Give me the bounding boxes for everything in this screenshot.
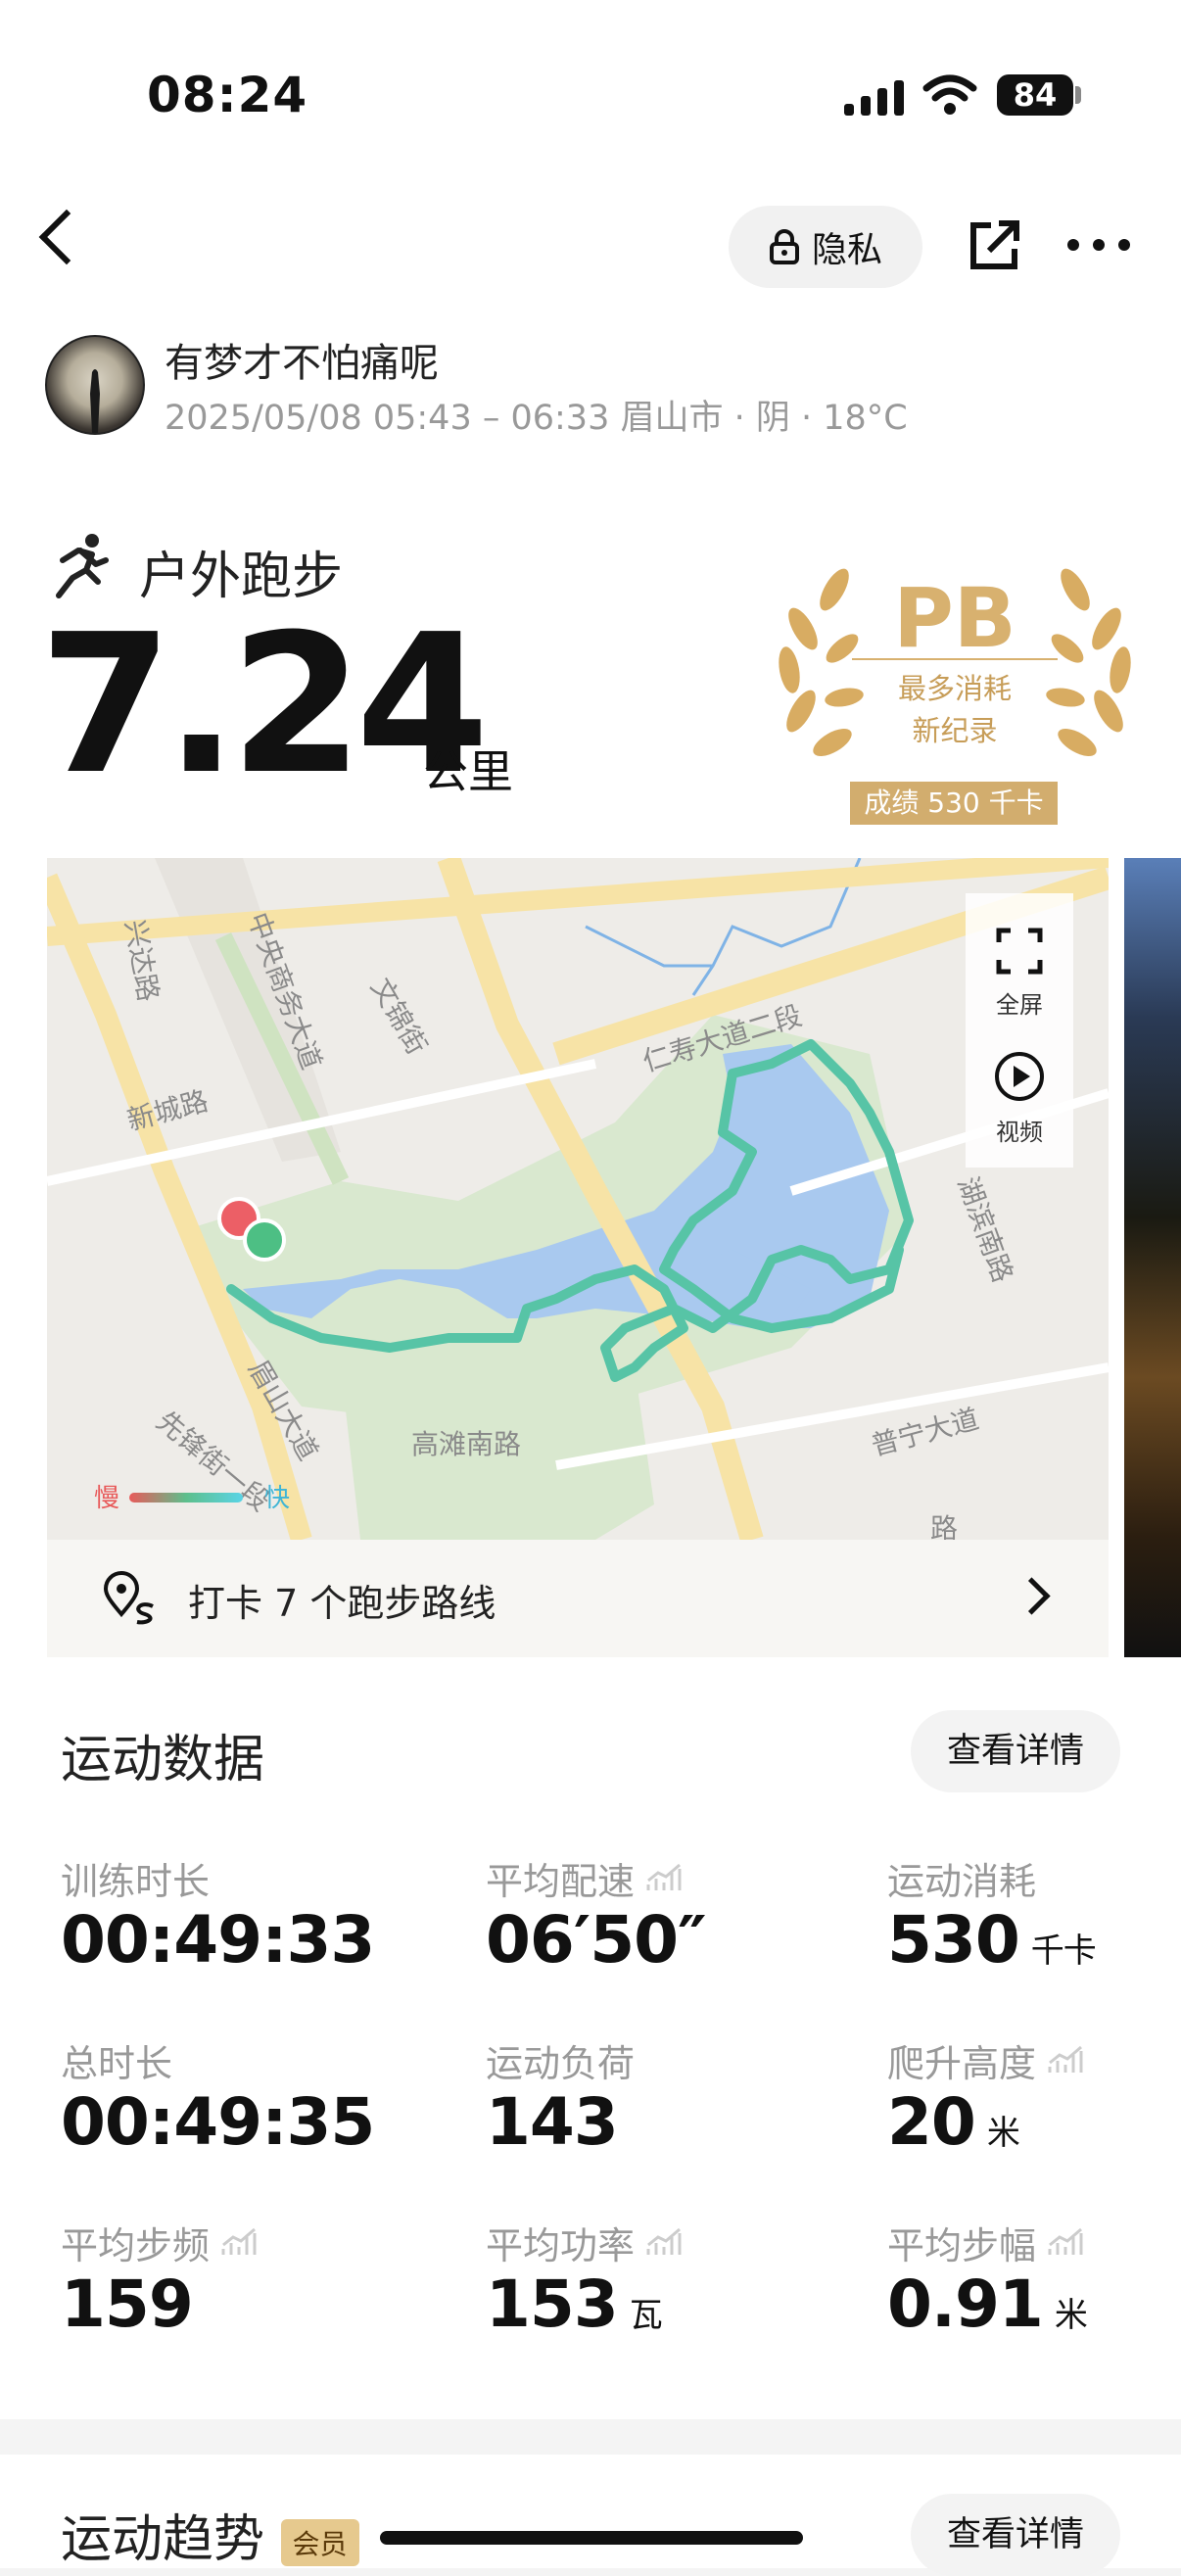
stat-label: 平均配速 [486, 1851, 684, 1905]
stat-value: 00:49:35 [61, 2084, 375, 2160]
pb-score: 成绩 530 千卡 [850, 782, 1058, 825]
stat-value-text: 159 [61, 2266, 194, 2342]
route-map[interactable]: 兴达路 中央商务大道 文锦街 新城路 仁寿大道二段 湖滨南路 眉山大道 先锋街一… [47, 858, 1109, 1540]
side-photo-thumbnail[interactable] [1124, 858, 1181, 1657]
stat-unit: 米 [986, 2114, 1020, 2153]
route-pin-icon [103, 1571, 154, 1625]
stat-value-text: 0.91 [887, 2266, 1044, 2342]
stat-label: 总时长 [61, 2033, 172, 2087]
stat-value: 0.91 米 [887, 2266, 1088, 2342]
home-indicator [380, 2531, 803, 2545]
stat-value: 159 [61, 2266, 194, 2342]
lock-icon [769, 229, 799, 264]
stat-value: 530 千卡 [887, 1902, 1097, 1978]
stat-value-text: 153 [486, 2266, 619, 2342]
username: 有梦才不怕痛呢 [165, 341, 439, 386]
workout-meta: 2025/05/08 05:43 – 06:33 眉山市 · 阴 · 18°C [165, 399, 908, 438]
stat-label-text: 训练时长 [61, 1860, 211, 1903]
distance-unit: 公里 [423, 745, 513, 798]
status-time: 08:24 [147, 67, 308, 123]
stat-value: 06′50″ [486, 1902, 707, 1978]
pb-subtitle: 最多消耗 新纪录 [774, 668, 1136, 752]
distance-value: 7.24 [39, 594, 490, 817]
legend-fast: 快 [264, 1484, 290, 1513]
pb-badge[interactable]: PB 最多消耗 新纪录 成绩 530 千卡 [774, 560, 1136, 835]
stats-detail-button[interactable]: 查看详情 [911, 1710, 1120, 1792]
stat-label: 平均步频 [61, 2216, 259, 2269]
fullscreen-label: 全屏 [996, 991, 1043, 1019]
speed-legend-bar [129, 1493, 243, 1503]
running-icon [56, 534, 109, 598]
map-canvas: 兴达路 中央商务大道 文锦街 新城路 仁寿大道二段 湖滨南路 眉山大道 先锋街一… [47, 858, 1109, 1540]
more-options-button[interactable] [1067, 239, 1130, 251]
pb-line2: 新纪录 [912, 714, 998, 747]
stat-unit: 米 [1054, 2296, 1088, 2335]
stat-label: 运动负荷 [486, 2033, 635, 2087]
stat-unit: 千卡 [1030, 1932, 1097, 1971]
battery-tip [1075, 86, 1081, 104]
stat-label-text: 平均步频 [61, 2224, 211, 2267]
play-video-icon[interactable] [993, 1050, 1046, 1103]
trend-title-text: 运动趋势 [61, 2510, 265, 2569]
stat-value: 00:49:33 [61, 1902, 375, 1978]
stat-value-text: 06′50″ [486, 1902, 707, 1978]
stat-label-text: 爬升高度 [887, 2042, 1037, 2085]
stat-label-text: 总时长 [61, 2042, 173, 2085]
stat-value: 143 [486, 2084, 619, 2160]
cellular-signal-icon [844, 76, 904, 116]
stat-label: 爬升高度 [887, 2033, 1085, 2087]
avatar[interactable] [45, 335, 145, 435]
stat-value-text: 00:49:33 [61, 1902, 375, 1978]
stat-label-text: 运动消耗 [887, 1860, 1037, 1903]
trend-detail-button[interactable]: 查看详情 [911, 2494, 1120, 2576]
stat-label: 平均步幅 [887, 2216, 1085, 2269]
stats-title: 运动数据 [61, 1731, 265, 1789]
pb-line1: 最多消耗 [897, 672, 1012, 705]
privacy-label: 隐私 [811, 230, 882, 270]
avatar-silhouette-icon [90, 369, 100, 433]
stat-value-text: 20 [887, 2084, 976, 2160]
chart-trend-icon [646, 2227, 682, 2255]
privacy-button[interactable]: 隐私 [729, 206, 922, 288]
share-icon[interactable] [966, 217, 1022, 274]
chart-trend-icon [1048, 2045, 1083, 2073]
pb-title: PB [893, 570, 1016, 666]
road-label: 高滩南路 [411, 1428, 521, 1460]
stat-value-text: 530 [887, 1902, 1020, 1978]
stat-value-text: 143 [486, 2084, 619, 2160]
chart-trend-icon [221, 2227, 257, 2255]
stat-label-text: 平均步幅 [887, 2224, 1037, 2267]
stat-label-text: 运动负荷 [486, 2042, 636, 2085]
stat-unit: 瓦 [629, 2296, 663, 2335]
stat-value: 153 瓦 [486, 2266, 663, 2342]
stat-label-text: 平均配速 [486, 1860, 636, 1903]
pb-divider [852, 658, 1058, 660]
chart-trend-icon [646, 1863, 682, 1890]
stat-label: 平均功率 [486, 2216, 684, 2269]
checkin-label: 打卡 7 个跑步路线 [188, 1582, 496, 1625]
legend-slow: 慢 [94, 1484, 119, 1513]
stat-label-text: 平均功率 [486, 2224, 636, 2267]
video-label: 视频 [996, 1119, 1043, 1146]
stat-value-text: 00:49:35 [61, 2084, 375, 2160]
trend-title: 运动趋势 会员 [61, 2498, 359, 2571]
map-controls: 全屏 视频 [966, 893, 1073, 1168]
section-divider [0, 2419, 1181, 2455]
vip-badge: 会员 [280, 2519, 359, 2566]
stat-value: 20 米 [887, 2084, 1020, 2160]
chart-trend-icon [1048, 2227, 1083, 2255]
battery-indicator: 84 [997, 74, 1073, 116]
wifi-icon [922, 74, 977, 115]
stat-label: 运动消耗 [887, 1851, 1036, 1905]
road-label: 路 [930, 1512, 958, 1540]
stat-label: 训练时长 [61, 1851, 210, 1905]
fullscreen-icon[interactable] [995, 927, 1044, 976]
